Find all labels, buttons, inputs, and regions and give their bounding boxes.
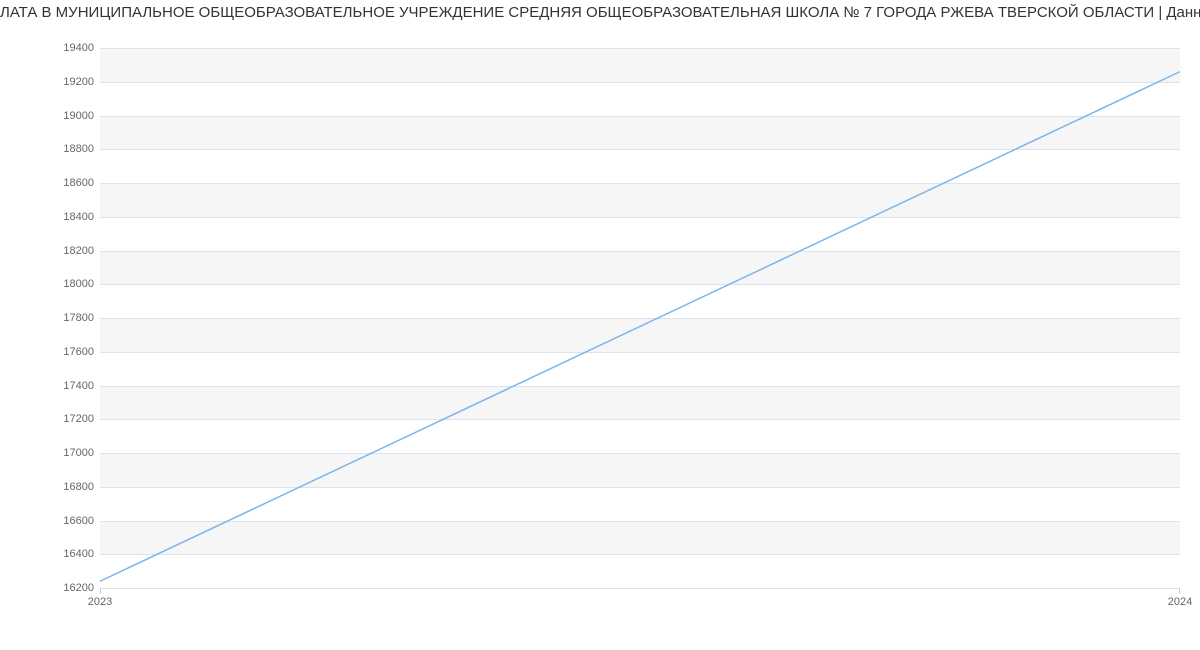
y-axis-label: 17000 (6, 447, 94, 459)
chart-container: ЛАТА В МУНИЦИПАЛЬНОЕ ОБЩЕОБРАЗОВАТЕЛЬНОЕ… (0, 0, 1200, 650)
y-axis-label: 17400 (6, 380, 94, 392)
plot-area (100, 48, 1180, 589)
y-axis-label: 18000 (6, 278, 94, 290)
x-tick-right (1179, 588, 1180, 594)
chart-title: ЛАТА В МУНИЦИПАЛЬНОЕ ОБЩЕОБРАЗОВАТЕЛЬНОЕ… (0, 4, 1200, 21)
y-axis-label: 18600 (6, 177, 94, 189)
grid-line (100, 588, 1180, 589)
y-axis-label: 19400 (6, 42, 94, 54)
y-axis-label: 19200 (6, 76, 94, 88)
y-axis-label: 16600 (6, 515, 94, 527)
y-axis-label: 19000 (6, 110, 94, 122)
y-axis-label: 16200 (6, 582, 94, 594)
y-axis-label: 16400 (6, 548, 94, 560)
x-axis-label-1: 2024 (1168, 596, 1192, 608)
y-axis-label: 17600 (6, 346, 94, 358)
y-axis-label: 18800 (6, 143, 94, 155)
x-tick-left (100, 588, 101, 594)
y-axis-label: 17800 (6, 312, 94, 324)
y-axis-label: 18200 (6, 245, 94, 257)
y-axis-label: 16800 (6, 481, 94, 493)
y-axis-label: 17200 (6, 413, 94, 425)
x-axis-label-0: 2023 (88, 596, 112, 608)
y-axis-label: 18400 (6, 211, 94, 223)
line-series (100, 48, 1180, 588)
